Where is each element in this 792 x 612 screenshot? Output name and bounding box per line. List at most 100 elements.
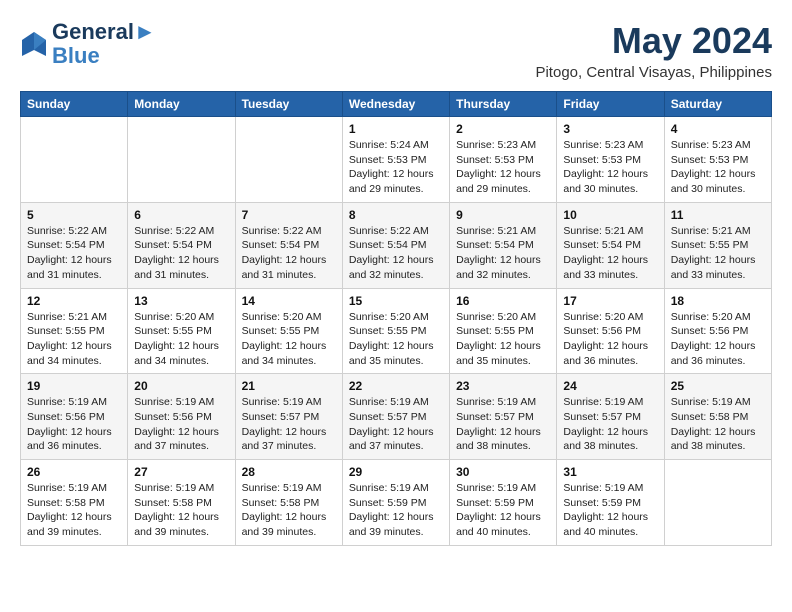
day-number: 14 — [242, 294, 336, 308]
day-number: 27 — [134, 465, 228, 479]
calendar-cell: 24Sunrise: 5:19 AM Sunset: 5:57 PM Dayli… — [557, 374, 664, 460]
day-number: 3 — [563, 122, 657, 136]
day-number: 28 — [242, 465, 336, 479]
calendar-week-3: 12 Sunrise: 5:21 AM Sunset: 5:55 PM Dayli… — [21, 288, 772, 374]
calendar-cell: 5 Sunrise: 5:22 AM Sunset: 5:54 PM Daylig… — [21, 202, 128, 288]
day-info: Sunrise: 5:19 AM Sunset: 5:59 PM Dayligh… — [349, 481, 443, 540]
day-info: Sunrise: 5:19 AM Sunset: 5:57 PM Dayligh… — [242, 395, 336, 454]
calendar-cell: 9 Sunrise: 5:21 AM Sunset: 5:54 PM Daylig… — [450, 202, 557, 288]
calendar-week-1: 1 Sunrise: 5:24 AM Sunset: 5:53 PM Daylig… — [21, 117, 772, 203]
calendar-cell: 15 Sunrise: 5:20 AM Sunset: 5:55 PM Dayli… — [342, 288, 449, 374]
calendar-cell: 14 Sunrise: 5:20 AM Sunset: 5:55 PM Dayli… — [235, 288, 342, 374]
weekday-row: Sunday Monday Tuesday Wednesday Thursday… — [21, 92, 772, 117]
day-number: 15 — [349, 294, 443, 308]
title-block: May 2024 Pitogo, Central Visayas, Philip… — [535, 20, 772, 81]
calendar-cell: 6 Sunrise: 5:22 AM Sunset: 5:54 PM Daylig… — [128, 202, 235, 288]
day-info: Sunrise: 5:21 AM Sunset: 5:55 PM Dayligh… — [27, 310, 121, 369]
day-info: Sunrise: 5:23 AM Sunset: 5:53 PM Dayligh… — [456, 138, 550, 197]
weekday-wednesday: Wednesday — [342, 92, 449, 117]
day-info: Sunrise: 5:21 AM Sunset: 5:55 PM Dayligh… — [671, 224, 765, 283]
day-info: Sunrise: 5:22 AM Sunset: 5:54 PM Dayligh… — [242, 224, 336, 283]
weekday-sunday: Sunday — [21, 92, 128, 117]
calendar-cell: 25Sunrise: 5:19 AM Sunset: 5:58 PM Dayli… — [664, 374, 771, 460]
day-number: 24 — [563, 379, 657, 393]
day-number: 13 — [134, 294, 228, 308]
weekday-saturday: Saturday — [664, 92, 771, 117]
day-info: Sunrise: 5:19 AM Sunset: 5:58 PM Dayligh… — [134, 481, 228, 540]
calendar-week-5: 26Sunrise: 5:19 AM Sunset: 5:58 PM Dayli… — [21, 460, 772, 546]
logo: General► Blue — [20, 20, 156, 68]
calendar-body: 1 Sunrise: 5:24 AM Sunset: 5:53 PM Daylig… — [21, 117, 772, 546]
weekday-thursday: Thursday — [450, 92, 557, 117]
calendar-cell: 16Sunrise: 5:20 AM Sunset: 5:55 PM Dayli… — [450, 288, 557, 374]
calendar-cell: 4 Sunrise: 5:23 AM Sunset: 5:53 PM Daylig… — [664, 117, 771, 203]
logo-icon — [20, 30, 48, 58]
calendar-cell — [235, 117, 342, 203]
day-info: Sunrise: 5:23 AM Sunset: 5:53 PM Dayligh… — [671, 138, 765, 197]
weekday-friday: Friday — [557, 92, 664, 117]
calendar-cell: 1 Sunrise: 5:24 AM Sunset: 5:53 PM Daylig… — [342, 117, 449, 203]
day-number: 22 — [349, 379, 443, 393]
day-info: Sunrise: 5:24 AM Sunset: 5:53 PM Dayligh… — [349, 138, 443, 197]
calendar-cell: 20 Sunrise: 5:19 AM Sunset: 5:56 PM Dayli… — [128, 374, 235, 460]
calendar-cell: 18Sunrise: 5:20 AM Sunset: 5:56 PM Dayli… — [664, 288, 771, 374]
day-info: Sunrise: 5:23 AM Sunset: 5:53 PM Dayligh… — [563, 138, 657, 197]
calendar-cell: 28Sunrise: 5:19 AM Sunset: 5:58 PM Dayli… — [235, 460, 342, 546]
day-number: 9 — [456, 208, 550, 222]
calendar-header: Sunday Monday Tuesday Wednesday Thursday… — [21, 92, 772, 117]
calendar: Sunday Monday Tuesday Wednesday Thursday… — [20, 91, 772, 546]
day-number: 8 — [349, 208, 443, 222]
calendar-cell: 22 Sunrise: 5:19 AM Sunset: 5:57 PM Dayli… — [342, 374, 449, 460]
day-number: 17 — [563, 294, 657, 308]
day-info: Sunrise: 5:19 AM Sunset: 5:56 PM Dayligh… — [27, 395, 121, 454]
day-number: 23 — [456, 379, 550, 393]
calendar-cell: 31 Sunrise: 5:19 AM Sunset: 5:59 PM Dayli… — [557, 460, 664, 546]
day-number: 21 — [242, 379, 336, 393]
calendar-cell: 12 Sunrise: 5:21 AM Sunset: 5:55 PM Dayli… — [21, 288, 128, 374]
calendar-cell: 3 Sunrise: 5:23 AM Sunset: 5:53 PM Daylig… — [557, 117, 664, 203]
day-number: 12 — [27, 294, 121, 308]
day-info: Sunrise: 5:19 AM Sunset: 5:59 PM Dayligh… — [563, 481, 657, 540]
day-number: 18 — [671, 294, 765, 308]
day-number: 5 — [27, 208, 121, 222]
calendar-cell: 29 Sunrise: 5:19 AM Sunset: 5:59 PM Dayli… — [342, 460, 449, 546]
calendar-cell — [128, 117, 235, 203]
calendar-cell: 10Sunrise: 5:21 AM Sunset: 5:54 PM Dayli… — [557, 202, 664, 288]
calendar-cell: 7 Sunrise: 5:22 AM Sunset: 5:54 PM Daylig… — [235, 202, 342, 288]
day-number: 31 — [563, 465, 657, 479]
day-info: Sunrise: 5:20 AM Sunset: 5:55 PM Dayligh… — [456, 310, 550, 369]
day-info: Sunrise: 5:20 AM Sunset: 5:55 PM Dayligh… — [242, 310, 336, 369]
day-info: Sunrise: 5:19 AM Sunset: 5:56 PM Dayligh… — [134, 395, 228, 454]
day-info: Sunrise: 5:22 AM Sunset: 5:54 PM Dayligh… — [27, 224, 121, 283]
header: General► Blue May 2024 Pitogo, Central V… — [20, 20, 772, 81]
day-number: 4 — [671, 122, 765, 136]
day-number: 30 — [456, 465, 550, 479]
day-info: Sunrise: 5:19 AM Sunset: 5:57 PM Dayligh… — [456, 395, 550, 454]
day-info: Sunrise: 5:20 AM Sunset: 5:55 PM Dayligh… — [349, 310, 443, 369]
day-number: 10 — [563, 208, 657, 222]
day-info: Sunrise: 5:22 AM Sunset: 5:54 PM Dayligh… — [349, 224, 443, 283]
calendar-week-4: 19Sunrise: 5:19 AM Sunset: 5:56 PM Dayli… — [21, 374, 772, 460]
weekday-tuesday: Tuesday — [235, 92, 342, 117]
calendar-cell: 8 Sunrise: 5:22 AM Sunset: 5:54 PM Daylig… — [342, 202, 449, 288]
day-info: Sunrise: 5:21 AM Sunset: 5:54 PM Dayligh… — [456, 224, 550, 283]
page: General► Blue May 2024 Pitogo, Central V… — [0, 0, 792, 556]
day-number: 1 — [349, 122, 443, 136]
calendar-cell: 17 Sunrise: 5:20 AM Sunset: 5:56 PM Dayli… — [557, 288, 664, 374]
calendar-cell — [21, 117, 128, 203]
calendar-cell: 11Sunrise: 5:21 AM Sunset: 5:55 PM Dayli… — [664, 202, 771, 288]
calendar-cell: 30Sunrise: 5:19 AM Sunset: 5:59 PM Dayli… — [450, 460, 557, 546]
calendar-week-2: 5 Sunrise: 5:22 AM Sunset: 5:54 PM Daylig… — [21, 202, 772, 288]
day-number: 29 — [349, 465, 443, 479]
month-title: May 2024 — [535, 20, 772, 62]
day-number: 25 — [671, 379, 765, 393]
day-number: 20 — [134, 379, 228, 393]
day-number: 6 — [134, 208, 228, 222]
calendar-cell — [664, 460, 771, 546]
day-info: Sunrise: 5:22 AM Sunset: 5:54 PM Dayligh… — [134, 224, 228, 283]
day-info: Sunrise: 5:20 AM Sunset: 5:56 PM Dayligh… — [563, 310, 657, 369]
day-info: Sunrise: 5:20 AM Sunset: 5:55 PM Dayligh… — [134, 310, 228, 369]
day-number: 7 — [242, 208, 336, 222]
day-info: Sunrise: 5:19 AM Sunset: 5:57 PM Dayligh… — [349, 395, 443, 454]
logo-text: General► Blue — [52, 20, 156, 68]
